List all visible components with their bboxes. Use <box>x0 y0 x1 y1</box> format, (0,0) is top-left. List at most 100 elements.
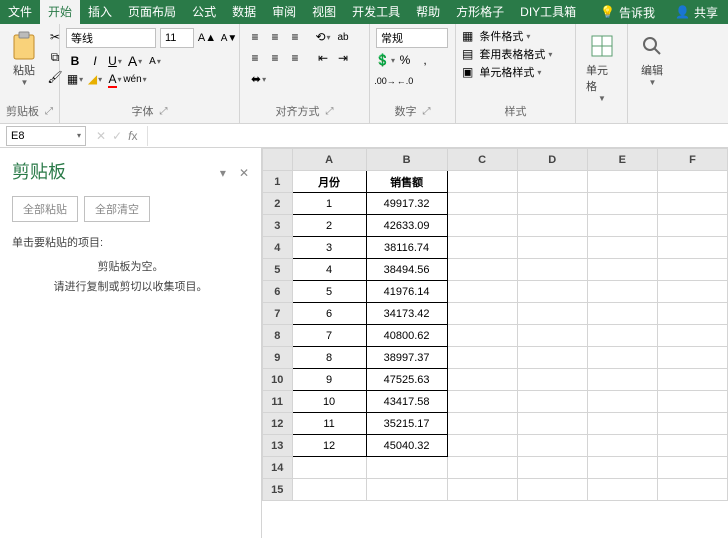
italic-button[interactable]: I <box>86 52 104 70</box>
row-header-13[interactable]: 13 <box>263 435 293 457</box>
cell-A10[interactable]: 9 <box>292 369 366 391</box>
menu-tab-6[interactable]: 审阅 <box>264 0 304 24</box>
row-header-3[interactable]: 3 <box>263 215 293 237</box>
percent-button[interactable]: % <box>396 51 414 69</box>
row-header-6[interactable]: 6 <box>263 281 293 303</box>
cell-D5[interactable] <box>517 259 587 281</box>
clear-all-button[interactable]: 全部清空 <box>84 196 150 222</box>
cell-F8[interactable] <box>657 325 727 347</box>
row-header-2[interactable]: 2 <box>263 193 293 215</box>
cell-C5[interactable] <box>447 259 517 281</box>
align-bottom-button[interactable]: ≡ <box>286 28 304 46</box>
dialog-launcher-icon[interactable]: ⤢ <box>160 106 168 117</box>
increase-decimal-button[interactable]: .00→ <box>376 72 394 90</box>
comma-button[interactable]: , <box>416 51 434 69</box>
cell-D9[interactable] <box>517 347 587 369</box>
cell-B5[interactable]: 38494.56 <box>366 259 447 281</box>
row-header-14[interactable]: 14 <box>263 457 293 479</box>
cell-E2[interactable] <box>587 193 657 215</box>
font-color-a-button[interactable]: A▾ <box>126 52 144 70</box>
align-center-button[interactable]: ≡ <box>266 49 284 67</box>
cell-B1[interactable]: 销售额 <box>366 171 447 193</box>
cell-E8[interactable] <box>587 325 657 347</box>
menu-tab-3[interactable]: 页面布局 <box>120 0 184 24</box>
cell-A11[interactable]: 10 <box>292 391 366 413</box>
merge-center-button[interactable]: ⬌▾ <box>246 70 271 88</box>
cell-D6[interactable] <box>517 281 587 303</box>
row-header-7[interactable]: 7 <box>263 303 293 325</box>
menu-tab-1[interactable]: 开始 <box>40 0 80 24</box>
row-header-15[interactable]: 15 <box>263 479 293 501</box>
cell-A6[interactable]: 5 <box>292 281 366 303</box>
orientation-button[interactable]: ⟲▾ <box>314 28 332 46</box>
cell-D8[interactable] <box>517 325 587 347</box>
cancel-icon[interactable]: ✕ <box>96 129 106 143</box>
cell-C8[interactable] <box>447 325 517 347</box>
cell-B3[interactable]: 42633.09 <box>366 215 447 237</box>
cell-A15[interactable] <box>292 479 366 501</box>
cell-D3[interactable] <box>517 215 587 237</box>
cell-C14[interactable] <box>447 457 517 479</box>
bold-button[interactable]: B <box>66 52 84 70</box>
cell-E6[interactable] <box>587 281 657 303</box>
decrease-font-button[interactable]: A▼ <box>220 29 238 47</box>
row-header-12[interactable]: 12 <box>263 413 293 435</box>
dialog-launcher-icon[interactable]: ⤢ <box>423 106 431 117</box>
cell-E10[interactable] <box>587 369 657 391</box>
cell-D1[interactable] <box>517 171 587 193</box>
underline-button[interactable]: U▾ <box>106 52 124 70</box>
cell-C3[interactable] <box>447 215 517 237</box>
cell-A1[interactable]: 月份 <box>292 171 366 193</box>
cell-F4[interactable] <box>657 237 727 259</box>
menu-tab-7[interactable]: 视图 <box>304 0 344 24</box>
cell-E12[interactable] <box>587 413 657 435</box>
cell-C1[interactable] <box>447 171 517 193</box>
cell-C11[interactable] <box>447 391 517 413</box>
cell-B15[interactable] <box>366 479 447 501</box>
menu-tab-0[interactable]: 文件 <box>0 0 40 24</box>
cell-styles-button[interactable]: ▣ 单元格样式▾ <box>462 64 541 80</box>
cell-F10[interactable] <box>657 369 727 391</box>
col-header-B[interactable]: B <box>366 149 447 171</box>
row-header-8[interactable]: 8 <box>263 325 293 347</box>
name-box[interactable]: E8 ▾ <box>6 126 86 146</box>
row-header-9[interactable]: 9 <box>263 347 293 369</box>
cell-D13[interactable] <box>517 435 587 457</box>
cell-D2[interactable] <box>517 193 587 215</box>
pane-menu-icon[interactable]: ▾ <box>220 166 226 180</box>
menu-tab-9[interactable]: 帮助 <box>408 0 448 24</box>
wrap-text-button[interactable]: ab <box>334 28 352 46</box>
paste-button[interactable]: 粘贴 ▼ <box>6 28 42 91</box>
align-top-button[interactable]: ≡ <box>246 28 264 46</box>
cell-A3[interactable]: 2 <box>292 215 366 237</box>
font-color-button[interactable]: A▾ <box>106 70 124 88</box>
cell-F15[interactable] <box>657 479 727 501</box>
share-button[interactable]: 👤 共享 <box>665 4 728 21</box>
font-name-select[interactable] <box>66 28 156 48</box>
paste-all-button[interactable]: 全部粘贴 <box>12 196 78 222</box>
cell-E7[interactable] <box>587 303 657 325</box>
col-header-C[interactable]: C <box>447 149 517 171</box>
dialog-launcher-icon[interactable]: ⤢ <box>45 106 53 117</box>
cell-F5[interactable] <box>657 259 727 281</box>
menu-tab-8[interactable]: 开发工具 <box>344 0 408 24</box>
col-header-E[interactable]: E <box>587 149 657 171</box>
cell-F9[interactable] <box>657 347 727 369</box>
cell-D7[interactable] <box>517 303 587 325</box>
editing-button[interactable]: 编辑 ▼ <box>634 28 670 91</box>
cell-A2[interactable]: 1 <box>292 193 366 215</box>
conditional-format-button[interactable]: ▦ 条件格式▾ <box>462 28 530 44</box>
cells-button[interactable]: 单元格 ▼ <box>582 28 621 107</box>
cell-E1[interactable] <box>587 171 657 193</box>
cell-D11[interactable] <box>517 391 587 413</box>
font-color-small-button[interactable]: A▾ <box>146 52 164 70</box>
cell-A7[interactable]: 6 <box>292 303 366 325</box>
cell-E4[interactable] <box>587 237 657 259</box>
tell-me[interactable]: 💡 告诉我 <box>590 4 665 21</box>
cell-A9[interactable]: 8 <box>292 347 366 369</box>
cell-D10[interactable] <box>517 369 587 391</box>
cell-F6[interactable] <box>657 281 727 303</box>
increase-font-button[interactable]: A▲ <box>198 29 216 47</box>
cell-E14[interactable] <box>587 457 657 479</box>
cell-C4[interactable] <box>447 237 517 259</box>
